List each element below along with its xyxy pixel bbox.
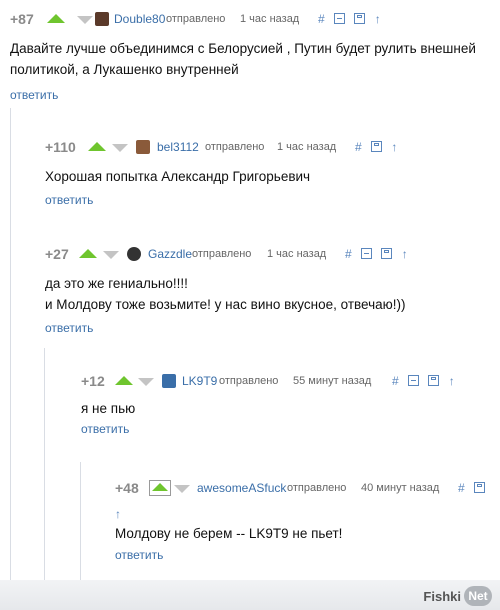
save-icon[interactable] [428, 375, 440, 386]
downvote-arrow-icon[interactable] [174, 485, 190, 493]
downvote-arrow-icon[interactable] [112, 144, 128, 152]
downvote-arrow-icon[interactable] [77, 16, 93, 24]
comment-header: +48 awesomeASfuck отправлено 40 минут на… [115, 477, 500, 501]
comment-2: +110 bel3112 отправлено 1 час назад # ↑ … [45, 136, 500, 207]
comment-line: я не пью [81, 401, 136, 416]
footer-bar: Fishki Net [0, 580, 500, 610]
comment-score: +12 [81, 373, 105, 389]
comment-text: Хорошая попытка Александр Григорьевич [45, 166, 500, 187]
comment-line: да это же гениально!!!! [45, 276, 188, 291]
comment-score: +87 [10, 11, 34, 27]
timestamp: 1 час назад [277, 141, 337, 153]
permalink-icon[interactable]: # [392, 374, 399, 388]
save-icon[interactable] [474, 482, 486, 493]
comment-4: +12 LK9T9 отправлено 55 минут назад # ↑ … [81, 370, 500, 436]
upvote-arrow-icon[interactable] [149, 480, 171, 496]
comment-header: +27 Gazzdle отправлено 1 час назад # ↑ [45, 243, 500, 267]
downvote-arrow-icon[interactable] [103, 251, 119, 259]
parent-arrow-icon[interactable]: ↑ [449, 374, 455, 388]
username-link[interactable]: LK9T9 [182, 374, 217, 388]
reply-link[interactable]: ответить [81, 422, 500, 436]
avatar[interactable] [136, 140, 150, 154]
thread-line-level-1 [10, 108, 11, 588]
comment-header: +12 LK9T9 отправлено 55 минут назад # ↑ [81, 370, 500, 394]
comment-line: политикой, а Лукашенко внутренней [10, 62, 239, 77]
comment-5: +48 awesomeASfuck отправлено 40 минут на… [115, 477, 500, 562]
sent-label: отправлено [192, 248, 252, 260]
permalink-icon[interactable]: # [458, 481, 465, 495]
username-link[interactable]: awesomeASfuck [197, 481, 286, 495]
reply-link[interactable]: ответить [45, 321, 500, 335]
timestamp: 1 час назад [267, 248, 327, 260]
parent-arrow-icon[interactable]: ↑ [402, 247, 408, 261]
comment-3: +27 Gazzdle отправлено 1 час назад # ↑ д… [45, 243, 500, 335]
comment-line: Хорошая попытка Александр Григорьевич [45, 169, 311, 184]
upvote-arrow-icon[interactable] [47, 14, 65, 23]
parent-arrow-icon[interactable]: ↑ [391, 140, 397, 154]
comment-header: +87 Double80 отправлено 1 час назад # ↑ [10, 8, 500, 32]
comment-score: +48 [115, 480, 139, 496]
comment-score: +110 [45, 139, 76, 155]
upvote-arrow-icon[interactable] [115, 376, 133, 385]
comment-tools: # ↑ [318, 12, 387, 26]
comment-text: Давайте лучше объединимся с Белорусией ,… [10, 38, 500, 80]
upvote-arrow-icon[interactable] [79, 249, 97, 258]
comment-text: я не пью [81, 398, 500, 419]
collapse-icon[interactable] [361, 248, 373, 259]
comment-text: да это же гениально!!!! и Молдову тоже в… [45, 273, 500, 315]
sent-label: отправлено [287, 482, 347, 494]
timestamp: 1 час назад [240, 13, 300, 25]
sent-label: отправлено [219, 375, 279, 387]
thread-line-level-3 [80, 462, 81, 588]
reply-link[interactable]: ответить [115, 548, 500, 562]
comment-tools: # ↑ [392, 374, 461, 388]
username-link[interactable]: bel3112 [157, 140, 199, 154]
save-icon[interactable] [371, 141, 383, 152]
thread-line-level-2 [44, 348, 45, 588]
parent-arrow-icon[interactable]: ↑ [115, 507, 121, 521]
sent-label: отправлено [166, 13, 226, 25]
timestamp: 40 минут назад [361, 482, 440, 494]
comment-tools-overflow: ↑ [115, 507, 500, 521]
save-icon[interactable] [354, 13, 366, 24]
collapse-icon[interactable] [408, 375, 420, 386]
comment-tools: # ↑ [355, 140, 403, 154]
avatar[interactable] [95, 12, 109, 26]
comment-tools: # ↑ [345, 247, 414, 261]
upvote-arrow-icon[interactable] [88, 142, 106, 151]
comment-text: Молдову не берем -- LK9T9 не пьет! [115, 523, 500, 544]
comment-tools: # [458, 481, 491, 495]
permalink-icon[interactable]: # [355, 140, 362, 154]
save-icon[interactable] [381, 248, 393, 259]
brand-name: Fishki [423, 588, 461, 604]
reply-link[interactable]: ответить [45, 193, 500, 207]
username-link[interactable]: Gazzdle [148, 247, 192, 261]
comment-line: Давайте лучше объединимся с Белорусией ,… [10, 41, 476, 56]
site-watermark: Fishki Net [423, 586, 492, 606]
comment-line: и Молдову тоже возьмите! у нас вино вкус… [45, 297, 406, 312]
timestamp: 55 минут назад [293, 375, 372, 387]
comment-score: +27 [45, 246, 69, 262]
parent-arrow-icon[interactable]: ↑ [375, 12, 381, 26]
permalink-icon[interactable]: # [318, 12, 325, 26]
avatar[interactable] [127, 247, 141, 261]
brand-badge: Net [464, 586, 492, 606]
permalink-icon[interactable]: # [345, 247, 352, 261]
comment-line: Молдову не берем -- LK9T9 не пьет! [115, 526, 343, 541]
reply-link[interactable]: ответить [10, 88, 500, 102]
comment-header: +110 bel3112 отправлено 1 час назад # ↑ [45, 136, 500, 160]
collapse-icon[interactable] [334, 13, 346, 24]
comment-1: +87 Double80 отправлено 1 час назад # ↑ … [10, 8, 500, 102]
username-link[interactable]: Double80 [114, 12, 165, 26]
avatar[interactable] [162, 374, 176, 388]
sent-label: отправлено [205, 141, 265, 153]
downvote-arrow-icon[interactable] [138, 378, 154, 386]
